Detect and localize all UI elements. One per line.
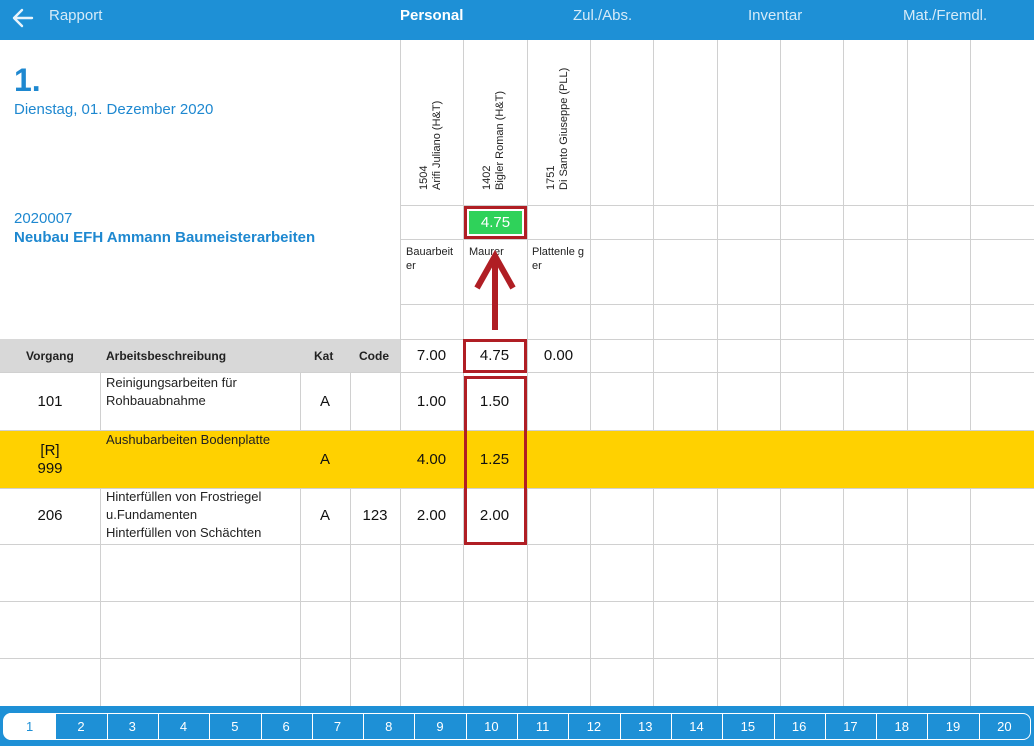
tab-mat-fremdl[interactable]: Mat./Fremdl. <box>903 7 987 24</box>
tab-zul-abs[interactable]: Zul./Abs. <box>573 7 632 24</box>
annotation-rows-box <box>464 376 527 545</box>
pager-day-9[interactable]: 9 <box>414 713 465 740</box>
worker-name: Di Santo Giuseppe (PLL) <box>558 67 570 190</box>
pager-separator <box>619 713 621 740</box>
row-beschreibung-line: Hinterfüllen von Frostriegel <box>106 489 262 504</box>
pager-day-2[interactable]: 2 <box>55 713 106 740</box>
column-header-vorgang: Vorgang <box>26 349 74 363</box>
pager-separator <box>55 713 57 740</box>
pager-day-12[interactable]: 12 <box>568 713 619 740</box>
row-kat: A <box>319 393 330 410</box>
row-vorgang-prefix: [R] <box>40 442 60 459</box>
project-number: 2020007 <box>14 210 73 227</box>
day-number: 1. <box>14 62 41 98</box>
row-hours-cell[interactable]: 1.00 <box>400 393 463 410</box>
row-beschreibung: Reinigungsarbeiten für Rohbauabnahme <box>106 375 237 408</box>
worker-header-1402[interactable]: 1402 Bigler Roman (H&T) <box>471 70 529 194</box>
pager-separator <box>260 713 262 740</box>
back-arrow-icon[interactable] <box>6 4 34 32</box>
column-header-code: Code <box>359 349 389 363</box>
pager-day-4[interactable]: 4 <box>158 713 209 740</box>
row-vorgang: 101 <box>37 393 63 410</box>
worker-header-1504[interactable]: 1504 Arifi Juliano (H&T) <box>408 70 466 194</box>
pager-separator <box>414 713 416 740</box>
project-name: Neubau EFH Ammann Baumeisterarbeiten <box>14 229 316 246</box>
worker-id: 1751 <box>545 165 557 190</box>
pager-day-15[interactable]: 15 <box>722 713 773 740</box>
pager-day-6[interactable]: 6 <box>261 713 312 740</box>
pager-separator <box>927 713 929 740</box>
tab-inventar[interactable]: Inventar <box>748 7 802 24</box>
pager-separator <box>773 713 775 740</box>
worker-total: 0.00 <box>543 347 574 364</box>
pager-separator <box>517 713 518 740</box>
pager-day-20[interactable]: 20 <box>979 713 1030 740</box>
pager-separator <box>568 713 570 740</box>
annotation-total-box <box>463 339 527 373</box>
pager-day-16[interactable]: 16 <box>774 713 825 740</box>
pager-separator <box>876 713 878 740</box>
worker-header-text: 1402 Bigler Roman (H&T) <box>481 91 507 190</box>
column-header-beschreibung: Arbeitsbeschreibung <box>106 349 227 363</box>
pager-day-19[interactable]: 19 <box>927 713 978 740</box>
pager-separator <box>363 713 365 740</box>
worker-total: 7.00 <box>416 347 447 364</box>
worker-hours-cell-highlight[interactable]: 4.75 <box>464 206 527 239</box>
row-beschreibung-line: Hinterfüllen von Schächten <box>106 525 262 540</box>
pager-day-14[interactable]: 14 <box>671 713 722 740</box>
worker-role: Bauarbeit er <box>406 246 454 272</box>
pager-separator <box>311 713 313 740</box>
tab-personal[interactable]: Personal <box>400 7 463 24</box>
pager-day-7[interactable]: 7 <box>312 713 363 740</box>
row-code: 123 <box>362 507 388 524</box>
row-kat: A <box>319 451 330 468</box>
top-bar: Rapport Personal Zul./Abs. Inventar Mat.… <box>0 0 1034 40</box>
day-pager: 1 2 3 4 5 6 7 8 9 10 11 12 13 14 15 16 17 18 19 20 <box>0 706 1034 746</box>
worker-name: Bigler Roman (H&T) <box>494 90 506 190</box>
annotation-arrow-up-icon <box>474 249 516 330</box>
pager-day-13[interactable]: 13 <box>620 713 671 740</box>
pager-day-17[interactable]: 17 <box>825 713 876 740</box>
worker-role: Plattenle ger <box>532 246 584 272</box>
worker-id: 1402 <box>481 165 493 190</box>
row-hours-cell[interactable]: 2.00 <box>400 507 463 524</box>
pager-day-18[interactable]: 18 <box>876 713 927 740</box>
pager-separator <box>157 713 159 740</box>
column-header-kat: Kat <box>314 349 334 363</box>
worker-header-text: 1751 Di Santo Giuseppe (PLL) <box>545 68 571 190</box>
report-date: Dienstag, 01. Dezember 2020 <box>14 101 214 118</box>
pager-separator <box>824 713 826 740</box>
pager-separator <box>722 713 724 740</box>
row-kat: A <box>319 507 330 524</box>
pager-day-1[interactable]: 1 <box>4 713 56 740</box>
worker-hours-value: 4.75 <box>469 211 522 234</box>
row-beschreibung: Aushubarbeiten Bodenplatte <box>106 432 271 447</box>
pager-day-10[interactable]: 10 <box>466 713 517 740</box>
worker-header-text: 1504 Arifi Juliano (H&T) <box>418 101 444 190</box>
pager-separator <box>465 713 467 740</box>
row-vorgang: 206 <box>37 507 63 524</box>
row-beschreibung: Hinterfüllen von Frostriegel u.Fundament… <box>106 488 296 542</box>
back-label[interactable]: Rapport <box>49 7 102 24</box>
worker-header-1751[interactable]: 1751 Di Santo Giuseppe (PLL) <box>535 68 593 194</box>
row-beschreibung-line: u.Fundamenten <box>106 507 198 522</box>
pager-day-3[interactable]: 3 <box>107 713 158 740</box>
pager-day-8[interactable]: 8 <box>363 713 414 740</box>
pager-separator <box>106 713 108 740</box>
row-vorgang: 999 <box>37 460 63 477</box>
pager-separator <box>670 713 672 740</box>
pager-separator <box>978 713 980 740</box>
table-header-row: Vorgang Arbeitsbeschreibung Kat Code <box>0 339 400 372</box>
pager-separator <box>209 713 211 740</box>
worker-id: 1504 <box>418 165 430 190</box>
worker-name: Arifi Juliano (H&T) <box>431 100 443 190</box>
pager-day-11[interactable]: 11 <box>517 713 568 740</box>
pager-day-5[interactable]: 5 <box>209 713 260 740</box>
row-hours-cell[interactable]: 4.00 <box>400 451 463 468</box>
